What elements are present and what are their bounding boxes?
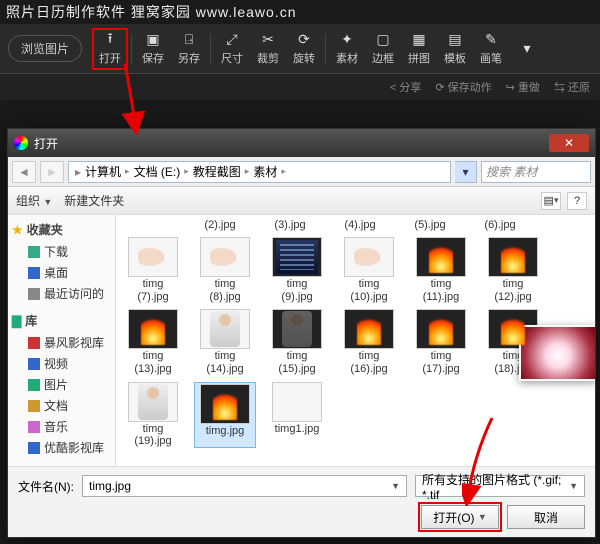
file-label[interactable]: (4).jpg [330, 219, 390, 231]
open-file-dialog: 打开 ✕ ◄ ► ▸计算机▸文档 (E:)▸教程截图▸素材▸ ▾ 搜索 素材 组… [7, 128, 596, 538]
dialog-footer: 文件名(N): timg.jpg▼ 所有支持的图片格式 (*.gif; *.ti… [8, 466, 595, 537]
sidebar-item[interactable]: 优酷影视库 [12, 437, 111, 458]
dialog-titlebar: 打开 ✕ [8, 129, 595, 157]
redo-link[interactable]: ↪ 重做 [506, 79, 540, 95]
main-toolbar: 浏览图片 ⭱打开▣保存⍈另存⤢尺寸✂裁剪⟳旋转✦素材▢边框▦拼图▤模板✎画笔▾ [0, 24, 600, 74]
toolbar-more-button[interactable]: ▾ [509, 28, 545, 70]
close-button[interactable]: ✕ [549, 134, 589, 152]
sidebar-item[interactable]: 桌面 [12, 262, 111, 283]
secondary-toolbar: < 分享 ⟳ 保存动作 ↪ 重做 ⇆ 还原 [0, 74, 600, 100]
file-label[interactable]: (3).jpg [260, 219, 320, 231]
file-item[interactable]: timg(16).jpg [338, 309, 400, 375]
breadcrumb-segment[interactable]: 计算机 [83, 163, 123, 180]
organize-menu[interactable]: 组织 ▼ [16, 192, 52, 209]
file-item[interactable]: timg(7).jpg [122, 237, 184, 303]
view-mode-button[interactable]: ▤▾ [541, 192, 561, 210]
file-type-filter[interactable]: 所有支持的图片格式 (*.gif; *.tif▼ [415, 475, 585, 497]
new-folder-button[interactable]: 新建文件夹 [64, 192, 124, 209]
path-dropdown-icon[interactable]: ▾ [455, 161, 477, 183]
file-label[interactable]: (2).jpg [190, 219, 250, 231]
file-item[interactable]: timg(13).jpg [122, 309, 184, 375]
tool-brush-button[interactable]: ✎画笔 [473, 28, 509, 70]
breadcrumb-segment[interactable]: 素材 [251, 163, 279, 180]
library-header[interactable]: ▇库 [12, 312, 111, 329]
restore-link[interactable]: ⇆ 还原 [554, 79, 590, 95]
sidebar-item[interactable]: 最近访问的 [12, 283, 111, 304]
sidebar-item[interactable]: 图片 [12, 374, 111, 395]
file-item[interactable]: timg(12).jpg [482, 237, 544, 303]
tool-assets-button[interactable]: ✦素材 [329, 28, 365, 70]
save-icon: ▣ [145, 32, 161, 48]
file-label[interactable]: (6).jpg [470, 219, 530, 231]
help-button[interactable]: ? [567, 192, 587, 210]
dialog-title: 打开 [34, 135, 58, 152]
brush-icon: ✎ [483, 32, 499, 48]
crop-icon: ✂ [260, 32, 276, 48]
path-bar: ◄ ► ▸计算机▸文档 (E:)▸教程截图▸素材▸ ▾ 搜索 素材 [8, 157, 595, 187]
collage-icon: ▦ [411, 32, 427, 48]
sidebar-item[interactable]: 音乐 [12, 416, 111, 437]
sidebar-item[interactable]: 文档 [12, 395, 111, 416]
search-input[interactable]: 搜索 素材 [481, 161, 591, 183]
filename-label: 文件名(N): [18, 478, 74, 495]
tool-rotate-button[interactable]: ⟳旋转 [286, 28, 322, 70]
sidebar: ★收藏夹 下载桌面最近访问的 ▇库 暴风影视库视频图片文档音乐优酷影视库 [8, 215, 116, 466]
preview-thumbnail [519, 325, 595, 381]
forward-button[interactable]: ► [40, 161, 64, 183]
file-item[interactable]: timg(10).jpg [338, 237, 400, 303]
tool-size-button[interactable]: ⤢尺寸 [214, 28, 250, 70]
tool-open-button[interactable]: ⭱打开 [92, 28, 128, 70]
assets-icon: ✦ [339, 32, 355, 48]
template-icon: ▤ [447, 32, 463, 48]
share-link[interactable]: < 分享 [390, 79, 421, 95]
tool-collage-button[interactable]: ▦拼图 [401, 28, 437, 70]
save-action-link[interactable]: ⟳ 保存动作 [435, 79, 491, 95]
file-item[interactable]: timg(8).jpg [194, 237, 256, 303]
file-item[interactable]: timg(17).jpg [410, 309, 472, 375]
file-item[interactable]: timg.jpg [194, 382, 256, 448]
size-icon: ⤢ [224, 32, 240, 48]
tool-template-button[interactable]: ▤模板 [437, 28, 473, 70]
file-grid[interactable]: (2).jpg (3).jpg (4).jpg (5).jpg (6).jpg timg… [116, 215, 595, 466]
cancel-button[interactable]: 取消 [507, 505, 585, 529]
tool-frame-button[interactable]: ▢边框 [365, 28, 401, 70]
saveas-icon: ⍈ [181, 32, 197, 48]
dialog-toolbar: 组织 ▼ 新建文件夹 ▤▾ ? [8, 187, 595, 215]
browse-images-button[interactable]: 浏览图片 [8, 35, 82, 62]
sidebar-item[interactable]: 下载 [12, 241, 111, 262]
back-button[interactable]: ◄ [12, 161, 36, 183]
open-icon: ⭱ [102, 32, 118, 48]
file-item[interactable]: timg(15).jpg [266, 309, 328, 375]
frame-icon: ▢ [375, 32, 391, 48]
file-item[interactable]: timg(11).jpg [410, 237, 472, 303]
file-item[interactable]: timg(14).jpg [194, 309, 256, 375]
breadcrumb[interactable]: ▸计算机▸文档 (E:)▸教程截图▸素材▸ [68, 161, 451, 183]
file-item[interactable]: timg(19).jpg [122, 382, 184, 448]
tool-crop-button[interactable]: ✂裁剪 [250, 28, 286, 70]
filename-input[interactable]: timg.jpg▼ [82, 475, 407, 497]
file-item[interactable]: timg1.jpg [266, 382, 328, 448]
file-label[interactable]: (5).jpg [400, 219, 460, 231]
sidebar-item[interactable]: 视频 [12, 353, 111, 374]
rotate-icon: ⟳ [296, 32, 312, 48]
tool-save-button[interactable]: ▣保存 [135, 28, 171, 70]
favorites-header[interactable]: ★收藏夹 [12, 221, 111, 238]
file-item[interactable]: timg(9).jpg [266, 237, 328, 303]
tool-saveas-button[interactable]: ⍈另存 [171, 28, 207, 70]
breadcrumb-segment[interactable]: 文档 (E:) [132, 163, 183, 180]
app-icon [14, 136, 28, 150]
sidebar-item[interactable]: 暴风影视库 [12, 332, 111, 353]
open-button[interactable]: 打开(O) ▼ [421, 505, 499, 529]
page-caption: 照片日历制作软件 狸窝家园 www.leawo.cn [0, 0, 600, 24]
breadcrumb-segment[interactable]: 教程截图 [191, 163, 243, 180]
